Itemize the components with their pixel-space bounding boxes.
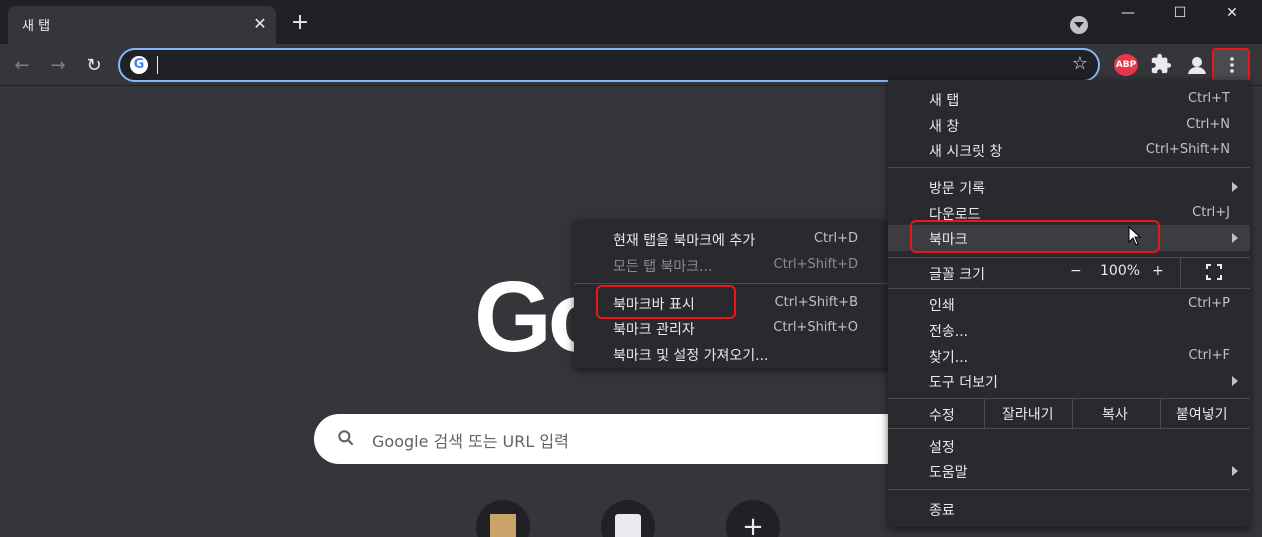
plus-icon: +	[742, 512, 764, 537]
zoom-row: 글꼴 크기 − 100% +	[888, 257, 1250, 287]
menu-item-label: 모든 탭 북마크...	[613, 259, 713, 275]
fullscreen-icon[interactable]	[1206, 264, 1222, 280]
minimize-button[interactable]: —	[1105, 2, 1151, 26]
menu-item-import-bookmarks[interactable]: 북마크 및 설정 가져오기...	[574, 341, 890, 367]
highlight-annotation	[910, 220, 1160, 253]
tab-strip: 새 탭 ✕ + — ☐ ✕	[0, 0, 1262, 44]
menu-item-label: 새 창	[929, 119, 960, 135]
shortcut-tile[interactable]	[476, 500, 530, 537]
menu-item-shortcut: Ctrl+Shift+D	[773, 257, 858, 272]
forward-button[interactable]: →	[44, 52, 72, 80]
menu-item-new-window[interactable]: 새 창 Ctrl+N	[888, 112, 1250, 138]
window-close-button[interactable]: ✕	[1209, 2, 1255, 26]
menu-separator	[888, 489, 1250, 490]
google-g-icon: G	[130, 56, 148, 74]
edit-label: 수정	[929, 408, 955, 424]
kebab-menu-icon	[1230, 57, 1234, 73]
submenu-arrow-icon	[1232, 233, 1238, 243]
menu-item-label: 현재 탭을 북마크에 추가	[613, 233, 756, 249]
menu-item-label: 북마크 및 설정 가져오기...	[613, 348, 769, 364]
search-placeholder: Google 검색 또는 URL 입력	[372, 432, 569, 451]
menu-item-print[interactable]: 인쇄 Ctrl+P	[888, 291, 1250, 317]
menu-item-label: 찾기...	[929, 350, 969, 366]
edit-separator	[1160, 398, 1161, 428]
menu-item-label: 종료	[929, 503, 955, 519]
menu-item-label: 새 탭	[929, 93, 960, 109]
menu-item-more-tools[interactable]: 도구 더보기	[888, 368, 1250, 394]
search-box[interactable]: Google 검색 또는 URL 입력	[314, 414, 934, 464]
menu-item-find[interactable]: 찾기... Ctrl+F	[888, 343, 1250, 369]
menu-item-label: 도구 더보기	[929, 375, 998, 391]
menu-item-label: 새 시크릿 창	[929, 144, 1003, 160]
zoom-level: 100%	[1100, 263, 1141, 279]
cut-button[interactable]: 잘라내기	[1002, 404, 1054, 424]
tab-title: 새 탭	[22, 19, 51, 34]
menu-item-label: 전송...	[929, 324, 969, 340]
chrome-main-menu: 새 탭 Ctrl+T 새 창 Ctrl+N 새 시크릿 창 Ctrl+Shift…	[888, 80, 1250, 527]
menu-item-history[interactable]: 방문 기록	[888, 174, 1250, 200]
menu-item-incognito[interactable]: 새 시크릿 창 Ctrl+Shift+N	[888, 137, 1250, 163]
menu-item-shortcut: Ctrl+P	[1188, 296, 1230, 311]
profile-avatar-icon[interactable]	[1184, 52, 1210, 78]
add-shortcut-button[interactable]: +	[726, 500, 780, 537]
paste-button[interactable]: 붙여넣기	[1176, 404, 1228, 424]
edit-separator	[984, 398, 985, 428]
new-tab-button[interactable]: +	[288, 12, 312, 36]
menu-separator	[888, 428, 1250, 429]
maximize-button[interactable]: ☐	[1157, 2, 1203, 26]
menu-item-cast[interactable]: 전송...	[888, 317, 1250, 343]
bookmark-star-icon[interactable]: ☆	[1072, 53, 1088, 74]
reload-button[interactable]: ↻	[80, 52, 108, 80]
menu-item-shortcut: Ctrl+Shift+N	[1145, 142, 1230, 157]
menu-item-label: 방문 기록	[929, 181, 985, 197]
submenu-arrow-icon	[1232, 182, 1238, 192]
address-bar[interactable]: G ☆	[118, 48, 1100, 82]
search-icon	[338, 430, 354, 446]
chrome-menu-button[interactable]	[1212, 48, 1250, 82]
menu-item-label: 도움말	[929, 465, 968, 481]
copy-button[interactable]: 복사	[1102, 404, 1128, 424]
menu-item-add-bookmark[interactable]: 현재 탭을 북마크에 추가 Ctrl+D	[574, 226, 890, 252]
menu-separator	[888, 167, 1250, 168]
zoom-label: 글꼴 크기	[929, 267, 985, 283]
menu-item-shortcut: Ctrl+N	[1186, 117, 1230, 132]
tab-new-tab[interactable]: 새 탭 ✕	[8, 6, 276, 44]
menu-item-shortcut: Ctrl+Shift+B	[774, 295, 858, 310]
adblock-plus-icon[interactable]: ABP	[1114, 54, 1138, 76]
shortcut-chrome-icon	[615, 514, 641, 537]
extensions-puzzle-icon[interactable]	[1150, 53, 1172, 75]
highlight-annotation	[596, 285, 736, 319]
menu-item-label: 북마크 관리자	[613, 322, 695, 338]
menu-item-new-tab[interactable]: 새 탭 Ctrl+T	[888, 86, 1250, 112]
text-caret	[157, 56, 158, 74]
menu-item-shortcut: Ctrl+F	[1188, 348, 1230, 363]
shortcut-tile[interactable]	[601, 500, 655, 537]
bookmark-submenu: 현재 탭을 북마크에 추가 Ctrl+D 모든 탭 북마크... Ctrl+Sh…	[574, 220, 890, 368]
zoom-separator	[1180, 257, 1181, 287]
back-button[interactable]: ←	[8, 52, 36, 80]
edit-separator	[1072, 398, 1073, 428]
menu-item-bookmark-manager[interactable]: 북마크 관리자 Ctrl+Shift+O	[574, 315, 890, 341]
menu-item-shortcut: Ctrl+D	[813, 231, 858, 246]
mouse-cursor-icon	[1128, 226, 1142, 246]
menu-item-shortcut: Ctrl+Shift+O	[773, 320, 858, 335]
menu-item-bookmark-all-tabs[interactable]: 모든 탭 북마크... Ctrl+Shift+D	[574, 252, 890, 278]
menu-separator	[574, 283, 890, 284]
menu-item-settings[interactable]: 설정	[888, 433, 1250, 459]
zoom-out-button[interactable]: −	[1070, 263, 1082, 279]
menu-item-shortcut: Ctrl+T	[1188, 91, 1230, 106]
tab-search-icon[interactable]	[1070, 16, 1088, 34]
menu-item-shortcut: Ctrl+J	[1192, 205, 1230, 220]
menu-item-label: 설정	[929, 440, 955, 456]
menu-separator	[888, 288, 1250, 289]
zoom-in-button[interactable]: +	[1152, 263, 1164, 279]
menu-item-help[interactable]: 도움말	[888, 458, 1250, 484]
tab-close-icon[interactable]: ✕	[250, 14, 270, 34]
menu-item-exit[interactable]: 종료	[888, 496, 1250, 522]
submenu-arrow-icon	[1232, 376, 1238, 386]
menu-item-label: 인쇄	[929, 298, 955, 314]
shortcut-thumbnail	[490, 514, 516, 537]
submenu-arrow-icon	[1232, 466, 1238, 476]
edit-row: 수정 잘라내기 복사 붙여넣기	[888, 398, 1250, 428]
